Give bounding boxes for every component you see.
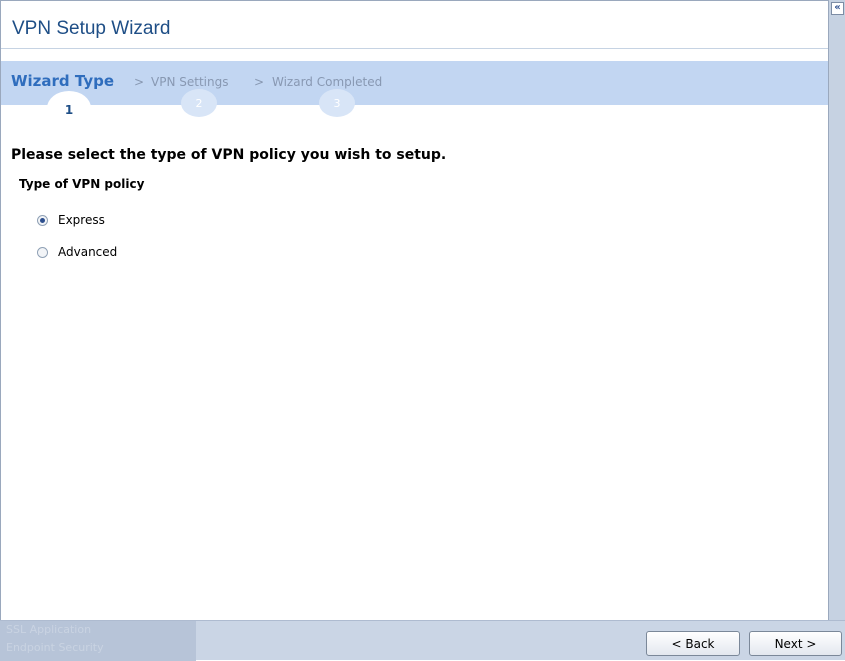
advanced-radio[interactable] <box>37 246 48 258</box>
advanced-label: Advanced <box>58 245 118 259</box>
advanced-option[interactable]: Advanced <box>37 245 117 259</box>
footer-nav: SSL Application Endpoint Security <box>0 621 196 661</box>
step-2-number: 2 <box>195 97 203 110</box>
step-separator: > <box>254 75 265 89</box>
step-wizard-type: Wizard Type <box>11 72 115 90</box>
express-radio[interactable] <box>37 214 48 226</box>
side-panel: « <box>828 0 845 620</box>
back-button[interactable]: < Back <box>646 631 740 656</box>
step-3-number: 3 <box>333 97 341 110</box>
collapse-panel-icon[interactable]: « <box>831 2 844 15</box>
title-divider <box>1 48 829 49</box>
next-button[interactable]: Next > <box>749 631 842 656</box>
vpn-policy-type-label: Type of VPN policy <box>19 177 145 191</box>
footer-nav-item[interactable]: Endpoint Security <box>6 641 104 654</box>
wizard-steps-bar <box>1 61 829 105</box>
window-title: VPN Setup Wizard <box>12 18 171 39</box>
express-label: Express <box>58 213 105 227</box>
footer-nav-item[interactable]: SSL Application <box>6 623 91 636</box>
step-1-number: 1 <box>64 103 74 117</box>
step-wizard-completed: Wizard Completed <box>272 75 383 89</box>
page-heading: Please select the type of VPN policy you… <box>11 147 447 163</box>
express-option[interactable]: Express <box>37 213 105 227</box>
wizard-window: VPN Setup Wizard 1 2 3 Wizard Type > VPN… <box>0 0 829 620</box>
step-vpn-settings: VPN Settings <box>151 75 229 89</box>
step-separator: > <box>134 75 145 89</box>
